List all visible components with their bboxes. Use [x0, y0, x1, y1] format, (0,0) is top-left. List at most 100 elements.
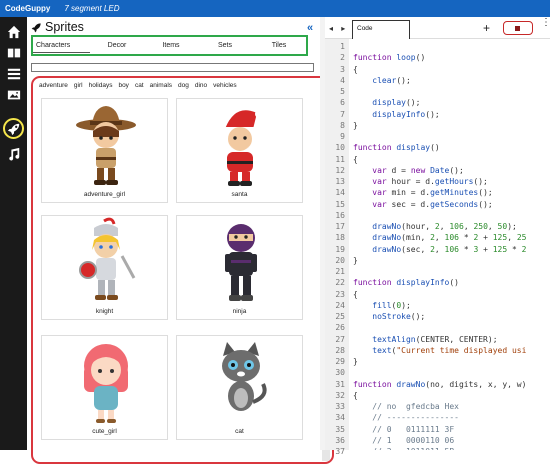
- line-number: 36: [335, 435, 345, 445]
- editor-toolbar: ◂ ▸ Code + ⋮: [325, 17, 550, 39]
- line-number: 24: [335, 300, 345, 310]
- code-line[interactable]: {: [353, 64, 358, 75]
- sprite-card-label: cute_girl: [92, 428, 117, 435]
- collapse-panel-button[interactable]: «: [307, 22, 313, 34]
- line-number: 9: [340, 132, 345, 141]
- tab-sets[interactable]: Sets: [198, 37, 252, 54]
- adventure-girl-sprite-image: [76, 106, 136, 185]
- tab-characters[interactable]: Characters: [33, 37, 90, 54]
- filter-holidays[interactable]: holidays: [89, 82, 113, 89]
- code-line[interactable]: clear();: [353, 75, 411, 86]
- panel-title: Sprites: [31, 20, 84, 34]
- sprites-panel: Sprites « Characters Decor Items Sets Ti…: [27, 17, 334, 464]
- music-icon[interactable]: [6, 146, 21, 161]
- code-line[interactable]: drawNo(min, 2, 106 * 2 + 125, 25: [353, 232, 526, 243]
- tab-tiles[interactable]: Tiles: [252, 37, 306, 54]
- code-line[interactable]: var d = new Date();: [353, 165, 464, 176]
- code-line[interactable]: {: [353, 390, 358, 401]
- code-line[interactable]: }: [353, 120, 358, 131]
- tab-code[interactable]: Code: [352, 20, 410, 39]
- line-number: 34: [335, 413, 345, 423]
- filter-dog[interactable]: dog: [178, 82, 189, 89]
- tab-items[interactable]: Items: [144, 37, 198, 54]
- filter-cat[interactable]: cat: [135, 82, 144, 89]
- line-number: 8: [340, 120, 345, 130]
- code-line[interactable]: displayInfo();: [353, 109, 439, 120]
- code-line[interactable]: function display(): [353, 142, 440, 153]
- sprite-card-label: knight: [95, 308, 114, 315]
- code-line[interactable]: textAlign(CENTER, CENTER);: [353, 334, 497, 345]
- book-icon[interactable]: [6, 45, 21, 60]
- sprite-card-ninja[interactable]: ninja: [176, 215, 303, 320]
- line-number: 12: [335, 165, 345, 175]
- home-icon[interactable]: [6, 24, 21, 39]
- code-line[interactable]: display();: [353, 97, 420, 108]
- stop-button[interactable]: [503, 21, 533, 35]
- code-line[interactable]: function displayInfo(): [353, 277, 459, 288]
- image-icon[interactable]: [6, 87, 21, 102]
- filter-boy[interactable]: boy: [118, 82, 128, 89]
- code-line[interactable]: function drawNo(no, digits, x, y, w): [353, 379, 526, 390]
- line-number: 18: [335, 233, 345, 243]
- filter-girl[interactable]: girl: [74, 82, 83, 89]
- filter-tags: adventure girl holidays boy cat animals …: [39, 82, 237, 89]
- sprite-card-label: santa: [231, 191, 248, 198]
- filter-adventure[interactable]: adventure: [39, 82, 68, 89]
- more-options-icon[interactable]: ⋮: [541, 18, 550, 28]
- code-line[interactable]: // 1 0000110 06: [353, 435, 454, 446]
- line-number: 37: [335, 447, 345, 456]
- line-number: 2: [340, 53, 345, 63]
- code-line[interactable]: var min = d.getMinutes();: [353, 187, 492, 198]
- code-line[interactable]: // 2 1011011 5B: [353, 446, 454, 450]
- line-number: 14: [335, 188, 345, 198]
- line-number: 6: [340, 98, 345, 108]
- brand-logo-text[interactable]: CodeGuppy: [5, 4, 50, 13]
- code-line[interactable]: }: [353, 356, 358, 367]
- sprite-card-adventure-girl[interactable]: adventure_girl: [41, 98, 168, 203]
- line-number: 13: [335, 177, 345, 186]
- code-line[interactable]: // ---------------: [353, 412, 459, 423]
- knight-sprite-image: [79, 217, 136, 300]
- code-line[interactable]: drawNo(hour, 2, 106, 250, 50);: [353, 221, 517, 232]
- sprite-card-cat[interactable]: cat: [176, 335, 303, 440]
- rocket-icon: [31, 22, 41, 32]
- code-line[interactable]: var hour = d.getHours();: [353, 176, 488, 187]
- sprite-card-cute-girl[interactable]: cute_girl: [41, 335, 168, 440]
- line-number: 10: [335, 143, 345, 153]
- code-line[interactable]: {: [353, 289, 358, 300]
- list-icon[interactable]: [6, 66, 21, 81]
- code-editor[interactable]: function loop(){ clear(); display(); dis…: [353, 39, 550, 450]
- add-tab-button[interactable]: +: [483, 21, 490, 35]
- code-line[interactable]: noStroke();: [353, 311, 425, 322]
- line-number: 11: [335, 154, 345, 164]
- filter-animals[interactable]: animals: [150, 82, 172, 89]
- code-line[interactable]: {: [353, 154, 358, 165]
- filter-dino[interactable]: dino: [195, 82, 207, 89]
- code-line[interactable]: var sec = d.getSeconds();: [353, 199, 492, 210]
- sprite-card-santa[interactable]: santa: [176, 98, 303, 203]
- sprite-card-knight[interactable]: knight: [41, 215, 168, 320]
- cute-girl-sprite-image: [84, 344, 128, 423]
- line-number: 1: [340, 42, 345, 51]
- code-line[interactable]: }: [353, 255, 358, 266]
- line-number-gutter: 1 2 3 4 5 6 7 8 9 10 11 12 13 14 15 16 17 18 19 20 21 22 23 24 2…: [325, 39, 349, 456]
- editor-nav-arrows[interactable]: ◂ ▸: [329, 24, 348, 33]
- code-line[interactable]: fill(0);: [353, 300, 411, 311]
- sprite-gallery: adventure girl holidays boy cat animals …: [31, 76, 334, 464]
- line-number: 32: [335, 390, 345, 400]
- code-line[interactable]: function loop(): [353, 52, 425, 63]
- search-input[interactable]: [31, 63, 314, 72]
- code-line[interactable]: // 0 0111111 3F: [353, 424, 454, 435]
- sprite-card-label: adventure_girl: [83, 191, 126, 198]
- line-number: 17: [335, 222, 345, 231]
- project-name[interactable]: 7 segment LED: [64, 4, 119, 13]
- filter-vehicles[interactable]: vehicles: [213, 82, 236, 89]
- line-number: 20: [335, 255, 345, 265]
- line-number: 30: [335, 368, 345, 378]
- code-line[interactable]: text("Current time displayed usi: [353, 345, 526, 356]
- tab-decor[interactable]: Decor: [90, 37, 144, 54]
- code-line[interactable]: // no gfedcba Hex: [353, 401, 459, 412]
- code-line[interactable]: drawNo(sec, 2, 106 * 3 + 125 * 2: [353, 244, 526, 255]
- line-number: 7: [340, 109, 345, 119]
- rocket-icon[interactable]: [6, 121, 21, 136]
